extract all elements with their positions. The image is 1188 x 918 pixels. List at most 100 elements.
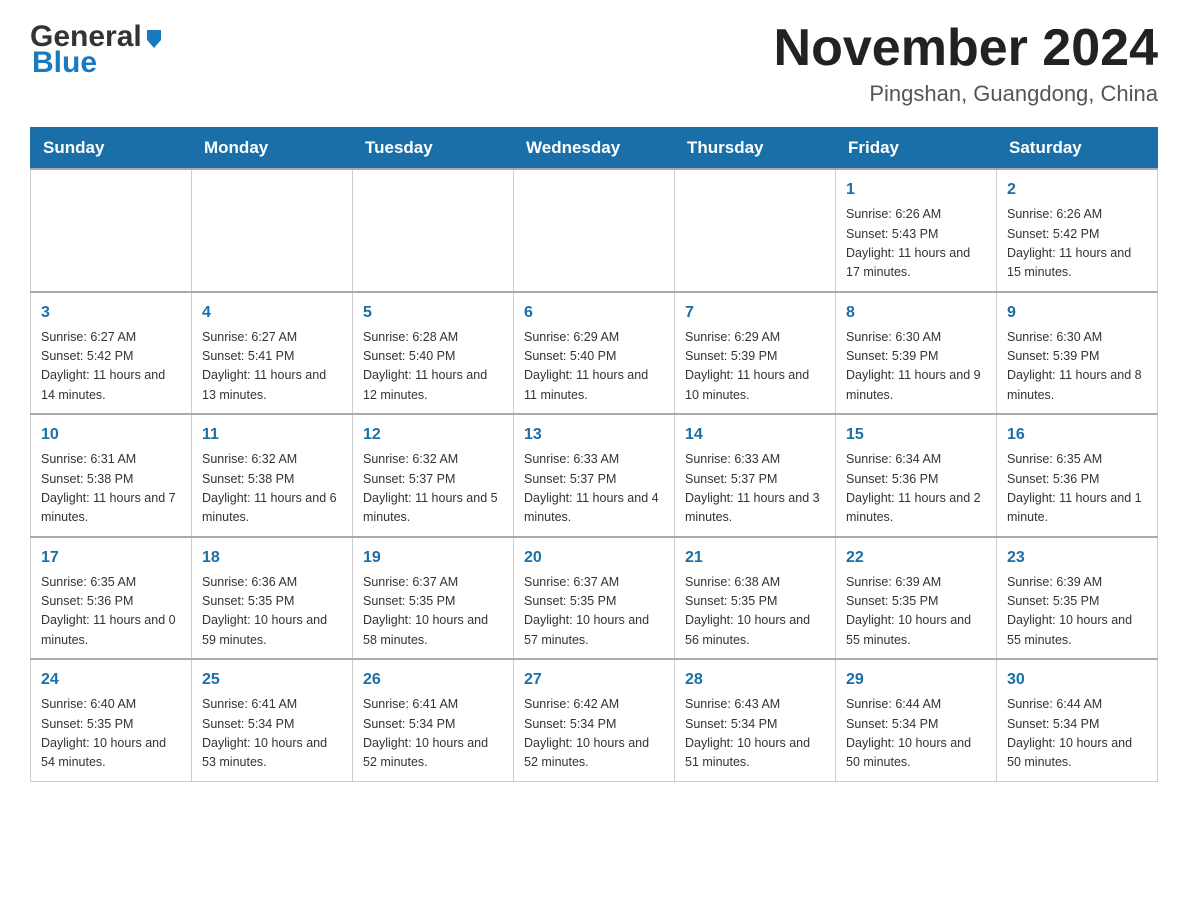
day-info: Sunrise: 6:40 AM Sunset: 5:35 PM Dayligh… xyxy=(41,695,181,773)
calendar-cell: 23 Sunrise: 6:39 AM Sunset: 5:35 PM Dayli… xyxy=(997,537,1158,660)
calendar-cell: 6 Sunrise: 6:29 AM Sunset: 5:40 PM Daylig… xyxy=(514,292,675,415)
calendar-cell: 2 Sunrise: 6:26 AM Sunset: 5:42 PM Daylig… xyxy=(997,169,1158,292)
calendar-cell: 29 Sunrise: 6:44 AM Sunset: 5:34 PM Dayli… xyxy=(836,659,997,781)
day-info: Sunrise: 6:32 AM Sunset: 5:38 PM Dayligh… xyxy=(202,450,342,528)
calendar-cell: 11 Sunrise: 6:32 AM Sunset: 5:38 PM Dayli… xyxy=(192,414,353,537)
day-info: Sunrise: 6:44 AM Sunset: 5:34 PM Dayligh… xyxy=(1007,695,1147,773)
column-header-tuesday: Tuesday xyxy=(353,128,514,170)
day-number: 12 xyxy=(363,423,503,447)
page-subtitle: Pingshan, Guangdong, China xyxy=(774,81,1158,107)
day-number: 2 xyxy=(1007,178,1147,202)
calendar-week-row: 1 Sunrise: 6:26 AM Sunset: 5:43 PM Daylig… xyxy=(31,169,1158,292)
day-info: Sunrise: 6:35 AM Sunset: 5:36 PM Dayligh… xyxy=(1007,450,1147,528)
calendar-cell: 20Sunrise: 6:37 AM Sunset: 5:35 PM Dayli… xyxy=(514,537,675,660)
calendar-cell xyxy=(514,169,675,292)
logo: General Blue xyxy=(30,20,167,80)
calendar-header-row: SundayMondayTuesdayWednesdayThursdayFrid… xyxy=(31,128,1158,170)
day-number: 5 xyxy=(363,301,503,325)
calendar-cell: 7Sunrise: 6:29 AM Sunset: 5:39 PM Daylig… xyxy=(675,292,836,415)
day-info: Sunrise: 6:29 AM Sunset: 5:39 PM Dayligh… xyxy=(685,328,825,406)
calendar-table: SundayMondayTuesdayWednesdayThursdayFrid… xyxy=(30,127,1158,782)
day-number: 3 xyxy=(41,301,181,325)
day-info: Sunrise: 6:39 AM Sunset: 5:35 PM Dayligh… xyxy=(1007,573,1147,651)
day-info: Sunrise: 6:28 AM Sunset: 5:40 PM Dayligh… xyxy=(363,328,503,406)
day-number: 26 xyxy=(363,668,503,692)
day-number: 18 xyxy=(202,546,342,570)
calendar-week-row: 24 Sunrise: 6:40 AM Sunset: 5:35 PM Dayli… xyxy=(31,659,1158,781)
day-info: Sunrise: 6:32 AM Sunset: 5:37 PM Dayligh… xyxy=(363,450,503,528)
calendar-cell: 13Sunrise: 6:33 AM Sunset: 5:37 PM Dayli… xyxy=(514,414,675,537)
column-header-friday: Friday xyxy=(836,128,997,170)
page-header: General Blue November 2024 Pingshan, Gua… xyxy=(30,20,1158,107)
calendar-cell: 18Sunrise: 6:36 AM Sunset: 5:35 PM Dayli… xyxy=(192,537,353,660)
day-number: 19 xyxy=(363,546,503,570)
column-header-saturday: Saturday xyxy=(997,128,1158,170)
day-info: Sunrise: 6:29 AM Sunset: 5:40 PM Dayligh… xyxy=(524,328,664,406)
calendar-cell: 8 Sunrise: 6:30 AM Sunset: 5:39 PM Daylig… xyxy=(836,292,997,415)
calendar-cell: 19 Sunrise: 6:37 AM Sunset: 5:35 PM Dayli… xyxy=(353,537,514,660)
calendar-cell: 17 Sunrise: 6:35 AM Sunset: 5:36 PM Dayli… xyxy=(31,537,192,660)
day-info: Sunrise: 6:39 AM Sunset: 5:35 PM Dayligh… xyxy=(846,573,986,651)
day-info: Sunrise: 6:27 AM Sunset: 5:41 PM Dayligh… xyxy=(202,328,342,406)
day-number: 24 xyxy=(41,668,181,692)
day-number: 6 xyxy=(524,301,664,325)
day-number: 27 xyxy=(524,668,664,692)
calendar-week-row: 17 Sunrise: 6:35 AM Sunset: 5:36 PM Dayli… xyxy=(31,537,1158,660)
page-title: November 2024 xyxy=(774,20,1158,77)
calendar-cell: 14 Sunrise: 6:33 AM Sunset: 5:37 PM Dayli… xyxy=(675,414,836,537)
day-info: Sunrise: 6:30 AM Sunset: 5:39 PM Dayligh… xyxy=(846,328,986,406)
calendar-cell: 3 Sunrise: 6:27 AM Sunset: 5:42 PM Daylig… xyxy=(31,292,192,415)
calendar-cell: 30 Sunrise: 6:44 AM Sunset: 5:34 PM Dayli… xyxy=(997,659,1158,781)
day-info: Sunrise: 6:44 AM Sunset: 5:34 PM Dayligh… xyxy=(846,695,986,773)
logo-arrow-icon xyxy=(143,26,165,48)
calendar-cell: 24 Sunrise: 6:40 AM Sunset: 5:35 PM Dayli… xyxy=(31,659,192,781)
calendar-cell: 27 Sunrise: 6:42 AM Sunset: 5:34 PM Dayli… xyxy=(514,659,675,781)
calendar-cell: 22 Sunrise: 6:39 AM Sunset: 5:35 PM Dayli… xyxy=(836,537,997,660)
day-number: 20 xyxy=(524,546,664,570)
day-info: Sunrise: 6:35 AM Sunset: 5:36 PM Dayligh… xyxy=(41,573,181,651)
day-number: 8 xyxy=(846,301,986,325)
day-number: 11 xyxy=(202,423,342,447)
day-number: 17 xyxy=(41,546,181,570)
day-info: Sunrise: 6:42 AM Sunset: 5:34 PM Dayligh… xyxy=(524,695,664,773)
column-header-monday: Monday xyxy=(192,128,353,170)
logo-blue-text: Blue xyxy=(30,46,97,80)
calendar-cell xyxy=(353,169,514,292)
day-info: Sunrise: 6:31 AM Sunset: 5:38 PM Dayligh… xyxy=(41,450,181,528)
calendar-cell: 1 Sunrise: 6:26 AM Sunset: 5:43 PM Daylig… xyxy=(836,169,997,292)
calendar-cell: 15 Sunrise: 6:34 AM Sunset: 5:36 PM Dayli… xyxy=(836,414,997,537)
calendar-cell: 9 Sunrise: 6:30 AM Sunset: 5:39 PM Daylig… xyxy=(997,292,1158,415)
calendar-cell: 16Sunrise: 6:35 AM Sunset: 5:36 PM Dayli… xyxy=(997,414,1158,537)
day-info: Sunrise: 6:26 AM Sunset: 5:43 PM Dayligh… xyxy=(846,205,986,283)
day-info: Sunrise: 6:41 AM Sunset: 5:34 PM Dayligh… xyxy=(202,695,342,773)
day-info: Sunrise: 6:27 AM Sunset: 5:42 PM Dayligh… xyxy=(41,328,181,406)
day-number: 29 xyxy=(846,668,986,692)
calendar-cell: 10Sunrise: 6:31 AM Sunset: 5:38 PM Dayli… xyxy=(31,414,192,537)
calendar-cell: 28 Sunrise: 6:43 AM Sunset: 5:34 PM Dayli… xyxy=(675,659,836,781)
day-number: 22 xyxy=(846,546,986,570)
calendar-cell: 21 Sunrise: 6:38 AM Sunset: 5:35 PM Dayli… xyxy=(675,537,836,660)
column-header-sunday: Sunday xyxy=(31,128,192,170)
calendar-cell xyxy=(192,169,353,292)
day-info: Sunrise: 6:38 AM Sunset: 5:35 PM Dayligh… xyxy=(685,573,825,651)
day-number: 28 xyxy=(685,668,825,692)
calendar-cell: 26Sunrise: 6:41 AM Sunset: 5:34 PM Dayli… xyxy=(353,659,514,781)
calendar-cell: 12 Sunrise: 6:32 AM Sunset: 5:37 PM Dayli… xyxy=(353,414,514,537)
day-number: 15 xyxy=(846,423,986,447)
day-number: 23 xyxy=(1007,546,1147,570)
day-info: Sunrise: 6:34 AM Sunset: 5:36 PM Dayligh… xyxy=(846,450,986,528)
calendar-cell: 5 Sunrise: 6:28 AM Sunset: 5:40 PM Daylig… xyxy=(353,292,514,415)
day-info: Sunrise: 6:26 AM Sunset: 5:42 PM Dayligh… xyxy=(1007,205,1147,283)
day-info: Sunrise: 6:37 AM Sunset: 5:35 PM Dayligh… xyxy=(363,573,503,651)
day-number: 30 xyxy=(1007,668,1147,692)
day-number: 1 xyxy=(846,178,986,202)
day-info: Sunrise: 6:43 AM Sunset: 5:34 PM Dayligh… xyxy=(685,695,825,773)
column-header-thursday: Thursday xyxy=(675,128,836,170)
day-info: Sunrise: 6:30 AM Sunset: 5:39 PM Dayligh… xyxy=(1007,328,1147,406)
day-number: 21 xyxy=(685,546,825,570)
calendar-week-row: 3 Sunrise: 6:27 AM Sunset: 5:42 PM Daylig… xyxy=(31,292,1158,415)
day-number: 14 xyxy=(685,423,825,447)
calendar-week-row: 10Sunrise: 6:31 AM Sunset: 5:38 PM Dayli… xyxy=(31,414,1158,537)
day-number: 9 xyxy=(1007,301,1147,325)
day-info: Sunrise: 6:33 AM Sunset: 5:37 PM Dayligh… xyxy=(685,450,825,528)
